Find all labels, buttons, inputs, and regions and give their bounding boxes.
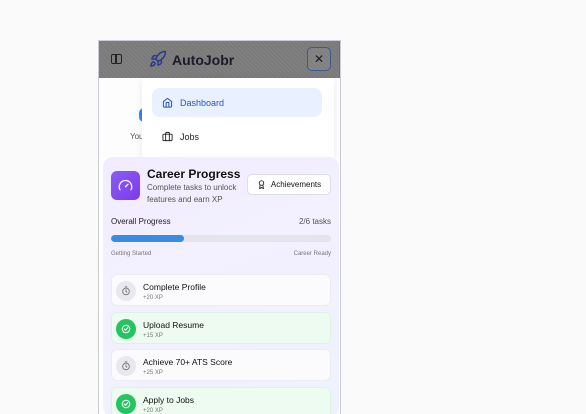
home-icon bbox=[162, 97, 173, 108]
task-status-icon bbox=[116, 356, 136, 376]
brand-name: AutoJobr bbox=[172, 52, 235, 68]
task-status-icon bbox=[116, 281, 136, 301]
progress-track bbox=[111, 235, 331, 242]
achievements-label: Achievements bbox=[270, 180, 322, 189]
task-ats-score[interactable]: Achieve 70+ ATS Score +25 XP bbox=[111, 349, 331, 381]
menu-item-jobs[interactable]: Jobs bbox=[152, 122, 322, 151]
progress-start-label: Getting Started bbox=[111, 251, 152, 257]
overall-progress-label: Overall Progress bbox=[111, 217, 171, 226]
task-name: Upload Resume bbox=[143, 320, 204, 330]
task-xp: +25 XP bbox=[143, 370, 163, 376]
task-xp: +15 XP bbox=[143, 333, 163, 339]
achievements-button[interactable]: Achievements bbox=[247, 174, 331, 195]
task-status-icon bbox=[116, 394, 136, 414]
career-progress-card: Career Progress Complete tasks to unlock… bbox=[103, 157, 339, 414]
task-complete-profile[interactable]: Complete Profile +20 XP bbox=[111, 274, 331, 306]
card-title: Career Progress bbox=[147, 167, 241, 181]
task-name: Apply to Jobs bbox=[143, 395, 195, 405]
task-status-icon bbox=[116, 319, 136, 339]
sidebar-toggle-icon[interactable] bbox=[111, 54, 122, 64]
menu-item-label: Dashboard bbox=[180, 97, 225, 108]
check-circle-icon bbox=[121, 399, 131, 409]
task-count: 2/6 tasks bbox=[298, 217, 331, 226]
card-subtitle: Complete tasks to unlock features and ea… bbox=[147, 183, 237, 204]
task-xp: +20 XP bbox=[143, 408, 163, 414]
gauge-icon bbox=[111, 171, 140, 200]
task-upload-resume[interactable]: Upload Resume +15 XP bbox=[111, 312, 331, 344]
task-name: Complete Profile bbox=[143, 282, 206, 292]
close-icon: ✕ bbox=[313, 52, 325, 66]
progress-fill bbox=[111, 235, 185, 242]
task-name: Achieve 70+ ATS Score bbox=[143, 357, 233, 367]
timer-icon bbox=[122, 361, 130, 371]
award-icon bbox=[258, 180, 265, 189]
close-button[interactable]: ✕ bbox=[307, 47, 331, 71]
progress-end-label: Career Ready bbox=[293, 251, 331, 257]
task-apply-jobs[interactable]: Apply to Jobs +20 XP bbox=[111, 387, 331, 414]
briefcase-icon bbox=[162, 131, 173, 142]
task-xp: +20 XP bbox=[143, 295, 163, 301]
app-window: AutoJobr ✕ You Dashboard Jobs Career Pro… bbox=[98, 40, 341, 414]
top-bar: AutoJobr ✕ bbox=[99, 41, 340, 91]
nav-menu: Dashboard Jobs bbox=[142, 78, 334, 158]
menu-item-dashboard[interactable]: Dashboard bbox=[152, 88, 322, 117]
check-circle-icon bbox=[121, 324, 131, 334]
menu-item-label: Jobs bbox=[180, 131, 200, 142]
rocket-icon bbox=[150, 50, 167, 67]
timer-icon bbox=[122, 286, 130, 296]
